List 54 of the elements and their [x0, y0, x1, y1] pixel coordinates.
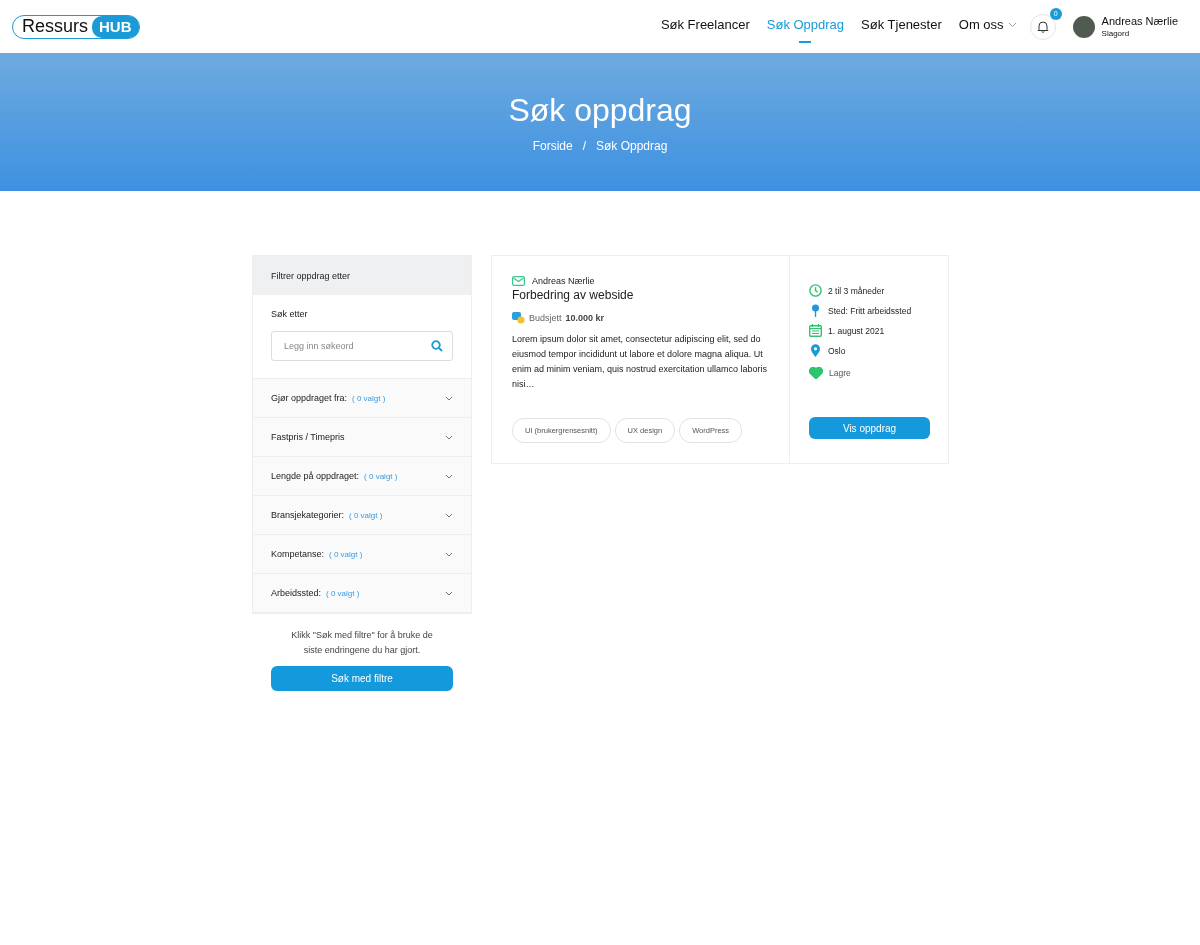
job-detail: Oslo: [828, 345, 846, 356]
nav-link[interactable]: Søk Tjenester: [861, 8, 942, 45]
chevron-down-icon: [445, 512, 453, 518]
filter-label: Fastpris / Timepris: [271, 432, 345, 442]
filter-accordion[interactable]: Arbeidssted: ( 0 valgt ): [253, 574, 471, 613]
filter-label: Bransjekategorier:: [271, 510, 345, 520]
filter-hint: Klikk "Søk med filtre" for å bruke de siste endringene du har gjort.: [290, 629, 434, 657]
map-pin-icon: [809, 344, 822, 357]
pushpin-icon: [809, 304, 822, 317]
filter-label: Gjør oppdraget fra:: [271, 393, 348, 403]
filter-accordion[interactable]: Bransjekategorier: ( 0 valgt ): [253, 496, 471, 535]
chevron-down-icon: [445, 590, 453, 596]
notification-bell-button[interactable]: [1029, 13, 1056, 40]
chevron-down-icon: [445, 434, 453, 440]
calendar-icon: [809, 324, 822, 337]
user-subtitle: Slagord: [1101, 29, 1131, 38]
filter-count: ( 0 valgt ): [326, 588, 360, 598]
search-label: Søk etter: [271, 309, 309, 319]
save-link[interactable]: Lagre: [809, 367, 929, 379]
chevron-down-icon: [445, 551, 453, 557]
envelope-icon: [512, 276, 525, 286]
filter-label: Arbeidssted:: [271, 588, 322, 598]
job-description: Lorem ipsum dolor sit amet, consectetur adipiscing elit, sed do eiusmod tempor incididunt ut labore et dolore magna aliqua. Ut enim ad minim veniam, quis nostrud exercitation ullamco laboris nisi…: [512, 333, 769, 391]
search-field[interactable]: Legg inn søkeord: [271, 331, 453, 361]
filter-label: Lengde på oppdraget:: [271, 471, 360, 481]
filter-count: ( 0 valgt ): [349, 510, 383, 520]
budget-amount: 10.000 kr: [565, 312, 605, 323]
filter-accordion[interactable]: Fastpris / Timepris: [253, 418, 471, 457]
filter-heading: Filtrer oppdrag etter: [253, 256, 471, 295]
chevron-down-icon: [445, 473, 453, 479]
bell-icon: [1036, 20, 1049, 33]
job-detail: Sted: Fritt arbeidssted: [828, 305, 912, 316]
budget-label: Budsjett: [529, 312, 562, 323]
author-name: Andreas Nærlie: [532, 276, 595, 286]
filter-count: ( 0 valgt ): [352, 393, 386, 403]
filter-label: Kompetanse:: [271, 549, 325, 559]
page-title: Søk oppdrag: [508, 91, 692, 129]
filter-count: ( 0 valgt ): [364, 471, 398, 481]
filter-accordion[interactable]: Lengde på oppdraget: ( 0 valgt ): [253, 457, 471, 496]
breadcrumb-separator: /: [582, 138, 586, 153]
search-icon: [431, 340, 443, 352]
wallet-coin-icon: [512, 311, 525, 324]
nav-link[interactable]: Om oss: [958, 8, 1017, 45]
clock-icon: [809, 284, 822, 297]
filter-count: ( 0 valgt ): [329, 549, 363, 559]
chevron-down-icon: [445, 395, 453, 401]
job-title[interactable]: Forbedring av webside: [512, 288, 769, 302]
filter-accordion[interactable]: Kompetanse: ( 0 valgt ): [253, 535, 471, 574]
user-name: Andreas Nærlie: [1101, 15, 1178, 27]
nav-link[interactable]: Søk Freelancer: [660, 8, 750, 45]
job-detail: 1. august 2021: [828, 325, 885, 336]
job-detail: 2 til 3 måneder: [828, 285, 885, 296]
avatar[interactable]: [1072, 15, 1095, 38]
filter-accordion[interactable]: Gjør oppdraget fra: ( 0 valgt ): [253, 379, 471, 418]
